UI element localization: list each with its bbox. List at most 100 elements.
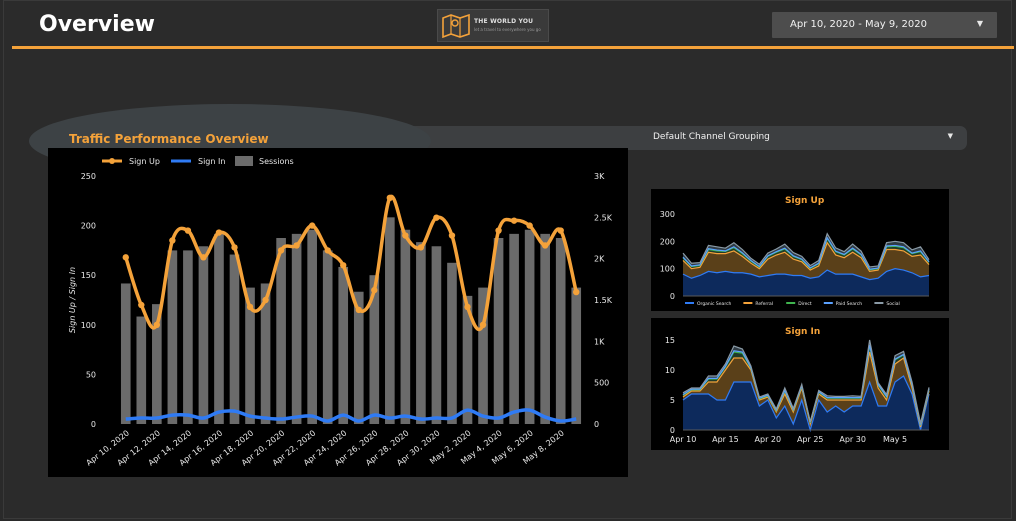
- sign-up-point: [138, 301, 145, 309]
- sessions-bar: [509, 233, 519, 424]
- sessions-bar: [447, 262, 457, 424]
- y-tick-label: 150: [81, 271, 96, 280]
- traffic-chart: 0 50 100 150 200 250 0 500 1K 1.5K 2K 2.5K 3K Sign Up…: [68, 172, 613, 468]
- channel-grouping-value: Default Channel Grouping: [653, 132, 770, 142]
- sign-up-point: [433, 214, 440, 221]
- y2-tick-label: 1K: [594, 337, 605, 346]
- date-range-picker[interactable]: Apr 10, 2020 - May 9, 2020 ▼: [772, 12, 997, 38]
- sign-up-point: [464, 303, 471, 311]
- x-tick-label: Apr 20: [755, 435, 782, 444]
- legend-label: Paid Search: [836, 301, 862, 307]
- y2-tick-label: 2.5K: [594, 213, 613, 222]
- y-tick-label: 50: [86, 370, 96, 379]
- sign-up-point: [246, 303, 254, 311]
- sign-up-point: [293, 242, 300, 249]
- y-tick-label: 200: [81, 222, 96, 231]
- channel-grouping-dropdown[interactable]: Default Channel Grouping ▼: [392, 126, 967, 150]
- date-range-value: Apr 10, 2020 - May 9, 2020: [790, 19, 927, 30]
- sessions-bar: [400, 229, 411, 424]
- x-tick-label: Apr 10: [670, 435, 697, 444]
- sign-up-point: [541, 242, 549, 249]
- sessions-bar: [229, 254, 240, 424]
- chart-title: Traffic Performance Overview: [69, 132, 269, 146]
- y2-tick-label: 0: [594, 420, 599, 429]
- legend-sign-in: Sign In: [170, 154, 225, 168]
- sign-up-line: [124, 194, 578, 332]
- sign-up-point: [573, 288, 580, 296]
- sign-in-line: [125, 408, 577, 423]
- legend-label: Sign Up: [129, 156, 160, 166]
- sign-up-point: [417, 244, 425, 251]
- sign-up-chart-title: Sign Up: [785, 196, 825, 206]
- legend-label: Sign In: [198, 156, 226, 166]
- orange-line-marker-icon: [102, 158, 122, 164]
- y-tick-label: 0: [670, 292, 675, 301]
- sessions-bar: [385, 217, 395, 424]
- sign-up-point: [169, 237, 176, 244]
- sessions-bar: [571, 287, 582, 424]
- sign-up-point: [184, 227, 192, 234]
- y-tick-label: 0: [91, 420, 96, 429]
- sessions-bar: [416, 242, 426, 424]
- header-divider: [12, 46, 1014, 49]
- sign-up-point: [200, 254, 207, 261]
- sign-in-chart-title: Sign In: [785, 327, 821, 337]
- legend-sessions: Sessions: [235, 154, 294, 168]
- sessions-bar: [322, 250, 333, 424]
- sign-up-point: [526, 222, 533, 229]
- sign-in-area-chart: 0 5 10 15 Apr 10 Apr 15 Apr 20 Apr 25 Apr 30 May …: [665, 336, 930, 444]
- y-tick-label: 0: [670, 426, 675, 435]
- y2-tick-label: 500: [594, 379, 609, 388]
- sign-up-point: [371, 286, 378, 294]
- legend-label: Referral: [755, 301, 773, 307]
- y-tick-label: 250: [81, 172, 96, 181]
- y2-tick-label: 3K: [594, 172, 605, 181]
- sign-up-point: [153, 321, 161, 328]
- legend-label: Direct: [798, 301, 812, 307]
- sessions-bar: [276, 238, 286, 424]
- sessions-bar: [307, 229, 317, 424]
- y-tick-label: 200: [660, 237, 675, 246]
- sessions-bar: [183, 250, 193, 424]
- sign-up-point: [355, 306, 362, 314]
- x-tick-label: Apr 15: [712, 435, 739, 444]
- legend-label: Organic Search: [697, 301, 732, 307]
- sign-up-point: [277, 247, 285, 254]
- x-tick-label: May 5: [883, 435, 907, 444]
- sessions-bar: [167, 250, 178, 424]
- sign-up-point: [340, 262, 347, 269]
- sessions-bar: [198, 246, 209, 424]
- sign-in-chart-panel: 0 5 10 15 Apr 10 Apr 15 Apr 20 Apr 25 Apr 30 May …: [651, 318, 949, 450]
- blue-line-marker-icon: [171, 159, 191, 163]
- brand-logo[interactable]: THE WORLD YOU let a travel to everywhere…: [437, 9, 549, 42]
- sign-up-point: [122, 254, 129, 261]
- sign-up-area-chart: 0 100 200 300 Organic Search Referral Direct Pa…: [660, 210, 930, 307]
- sign-up-point: [386, 194, 394, 202]
- sessions-bar: [120, 283, 131, 424]
- sign-up-point: [215, 229, 223, 236]
- chevron-down-icon: ▼: [947, 132, 953, 140]
- sign-up-point: [262, 296, 269, 304]
- y-tick-label: 15: [665, 336, 675, 345]
- traffic-chart-panel: 0 50 100 150 200 250 0 500 1K 1.5K 2K 2.5K 3K Sign Up…: [48, 148, 628, 477]
- sessions-bar: [493, 238, 504, 424]
- y-axis-label: Sign Up / Sign In: [68, 267, 77, 333]
- gray-bar-marker-icon: [235, 156, 253, 166]
- sign-up-point: [448, 232, 456, 239]
- chevron-down-icon: ▼: [976, 19, 983, 28]
- x-tick-label: Apr 25: [797, 435, 824, 444]
- y-tick-label: 10: [665, 366, 675, 375]
- sign-up-point: [495, 227, 502, 234]
- legend-label: Social: [886, 301, 899, 307]
- legend-label: Sessions: [259, 156, 294, 166]
- sessions-bar: [431, 246, 442, 424]
- sessions-bar: [524, 229, 535, 424]
- y2-tick-label: 1.5K: [594, 296, 613, 305]
- sessions-bar: [291, 233, 302, 424]
- legend-sign-up: Sign Up: [101, 154, 160, 168]
- page-title: Overview: [39, 12, 155, 37]
- sessions-bar: [555, 238, 566, 424]
- x-tick-label: Apr 30: [839, 435, 866, 444]
- y2-tick-label: 2K: [594, 255, 605, 264]
- y-tick-label: 5: [670, 396, 675, 405]
